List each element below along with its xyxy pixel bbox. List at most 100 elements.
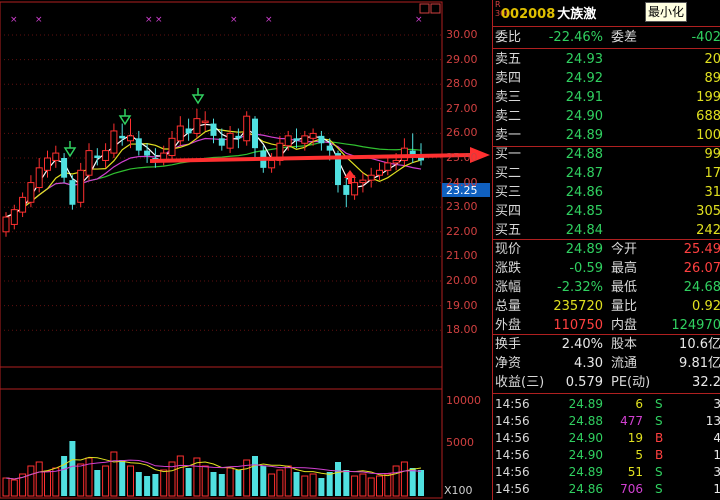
price-axis-tick: 26.00 <box>446 126 478 140</box>
candle-up <box>243 115 251 142</box>
volume-bar <box>268 473 276 497</box>
price-axis-tick: 23.00 <box>446 200 478 214</box>
volume-bar <box>119 460 126 496</box>
kline-svg[interactable]: × × × × × × × <box>0 0 492 500</box>
bid-row[interactable]: 买五 24.84 242 <box>493 221 720 240</box>
weibi-row: 委比 -22.46% 委差 -402 <box>495 30 720 45</box>
volume-bar <box>10 479 18 497</box>
ask-row[interactable]: 卖五 24.93 20 <box>493 50 720 69</box>
volume-bar <box>343 470 350 496</box>
price-axis-tick: 22.00 <box>446 224 478 238</box>
candle-up <box>193 118 201 134</box>
price-axis-tick: 27.00 <box>446 101 478 115</box>
kline-chart[interactable]: × × × × × × × 30.00 29.00 28.00 27.00 26.00 25.00 24… <box>0 0 492 500</box>
volume-bar <box>376 475 383 497</box>
svg-text:×: × <box>230 15 238 25</box>
candle-up <box>309 132 317 139</box>
tick-row[interactable]: 14:56 24.86 706 S 1 <box>493 481 720 497</box>
volume-bar <box>102 465 110 497</box>
volume-bar <box>392 465 400 497</box>
candle-up <box>392 159 400 164</box>
candle-up <box>2 216 10 233</box>
volume-bar <box>293 472 300 496</box>
volume-bar <box>201 465 209 497</box>
candle-up <box>268 159 276 169</box>
bid-row[interactable]: 买一 24.88 99 <box>493 145 720 164</box>
sell-signal-icon <box>191 94 205 105</box>
volume-bar <box>210 472 217 496</box>
volume-bar <box>185 468 192 496</box>
vol-unit: X100 <box>444 484 473 497</box>
stock-code-name: 002008 大族激 <box>501 7 597 22</box>
volume-bar <box>284 465 292 497</box>
candle-up <box>10 209 18 225</box>
volume-bar <box>27 465 35 497</box>
candle-up <box>359 179 367 184</box>
candle-up <box>351 182 359 196</box>
candle-down <box>235 135 242 139</box>
candle-up <box>52 152 60 161</box>
candle-up <box>367 174 375 181</box>
stat-row: 总量 235720 量比 0.92 <box>495 299 720 314</box>
bid-row[interactable]: 买二 24.87 17 <box>493 164 720 183</box>
ask-row[interactable]: 卖二 24.90 688 <box>493 107 720 126</box>
volume-bar <box>318 478 325 496</box>
candle-down <box>318 135 325 144</box>
candle-up <box>19 196 27 213</box>
candle-down <box>119 135 126 139</box>
tick-row[interactable]: 14:56 24.90 5 B 1 <box>493 447 720 463</box>
ask-row[interactable]: 卖三 24.91 199 <box>493 88 720 107</box>
ask-row[interactable]: 卖一 24.89 100 <box>493 126 720 145</box>
volume-bar <box>110 451 118 497</box>
volume-bar <box>226 467 234 497</box>
volume-bar <box>351 475 359 497</box>
restore-window-icon <box>419 3 430 14</box>
volume-bar <box>309 473 317 497</box>
candle-up <box>201 120 209 124</box>
price-axis-tick: 19.00 <box>446 298 478 312</box>
candle-down <box>218 138 225 146</box>
bid-row[interactable]: 买四 24.85 305 <box>493 202 720 221</box>
volume-bar <box>252 456 258 496</box>
price-axis-tick: 30.00 <box>446 28 478 41</box>
candle-down <box>293 138 300 141</box>
svg-text:×: × <box>35 15 43 25</box>
candle-down <box>343 185 350 195</box>
volume-bar <box>176 455 184 497</box>
candle-up <box>77 169 85 203</box>
price-axis-tick: 20.00 <box>446 274 478 287</box>
svg-text:×: × <box>155 15 163 25</box>
minimize-tooltip[interactable]: 最小化 <box>645 2 687 22</box>
current-price-label: 23.25 <box>446 184 478 197</box>
volume-bar <box>94 470 101 496</box>
volume-bar <box>335 462 341 496</box>
candle-up <box>384 162 392 171</box>
vol-tick-10000: 10000 <box>446 394 481 407</box>
stat-row: 涨幅 -2.32% 最低 24.68 <box>495 280 720 295</box>
volume-bar <box>260 466 267 496</box>
stat-row: 涨跌 -0.59 最高 26.07 <box>495 261 720 276</box>
price-axis-tick: 28.00 <box>446 77 478 91</box>
svg-text:×: × <box>10 15 18 25</box>
tick-row[interactable]: 14:56 24.89 6 S 3 <box>493 396 720 412</box>
svg-text:×: × <box>145 15 153 25</box>
volume-bar <box>52 467 60 497</box>
candle-up <box>226 132 234 149</box>
candle-up <box>301 135 309 144</box>
tick-row[interactable]: 14:56 24.90 19 B 4 <box>493 430 720 446</box>
candle-down <box>252 118 258 149</box>
candle-down <box>69 180 76 205</box>
tick-row[interactable]: 14:56 24.88 477 S 13 <box>493 413 720 429</box>
svg-text:×: × <box>265 15 273 25</box>
quote-panel: R 300 002008 大族激 最小化 委比 -22.46% 委差 -402 卖… <box>492 0 720 500</box>
bid-row[interactable]: 买三 24.86 31 <box>493 183 720 202</box>
candle-up <box>44 157 51 171</box>
price-axis-tick: 29.00 <box>446 52 478 66</box>
volume-bar <box>235 470 242 496</box>
candle-down <box>326 145 333 151</box>
tick-row[interactable]: 14:56 24.89 51 S 3 <box>493 464 720 480</box>
ask-row[interactable]: 卖四 24.92 89 <box>493 69 720 88</box>
candle-up <box>127 135 134 142</box>
price-axis-tick: 18.00 <box>446 323 478 337</box>
volume-bar <box>326 472 333 496</box>
